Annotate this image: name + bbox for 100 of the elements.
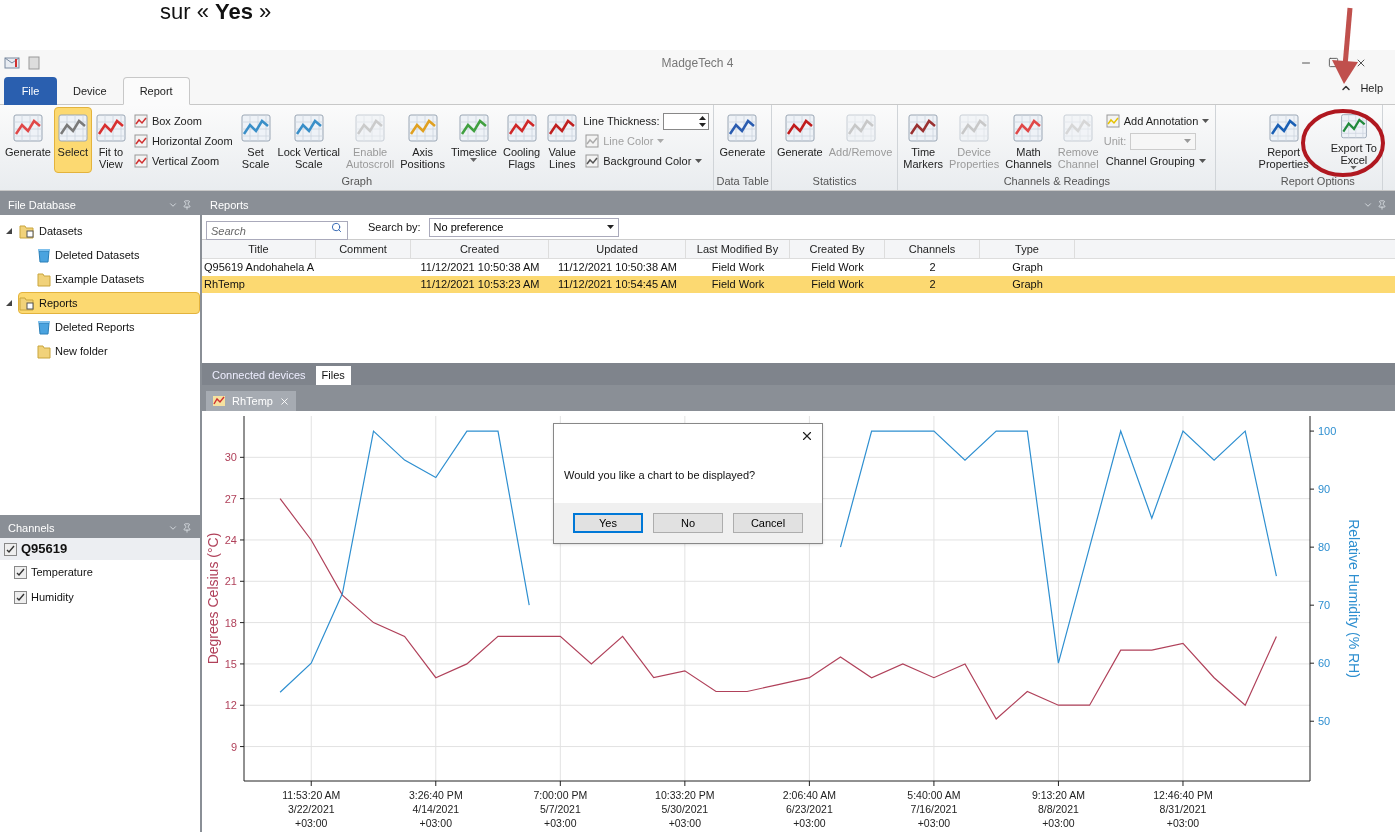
window-title: MadgeTech 4 xyxy=(661,54,734,72)
ribbon-button[interactable]: Math Channels xyxy=(1002,107,1055,173)
ribbon-button[interactable]: Cooling Flags xyxy=(499,107,544,173)
table-cell: 2 xyxy=(929,278,936,290)
ribbon-button[interactable]: Background Color xyxy=(583,151,710,171)
ribbon-button[interactable]: Timeslice xyxy=(447,107,500,173)
tick-label: 12 xyxy=(224,699,237,712)
dialog-message: Would you like a chart to be displayed? xyxy=(564,468,756,484)
tick-label: 7:00:00 PM 5/7/2021 +03:00 xyxy=(533,789,588,829)
tick-label: 70 xyxy=(1318,599,1331,612)
ribbon-tab[interactable]: Report xyxy=(122,77,190,105)
tree-item[interactable]: Deleted Reports xyxy=(36,316,200,338)
panel-title: File Database xyxy=(8,197,76,213)
device-name: Q95619 xyxy=(21,540,68,559)
tick-label: 80 xyxy=(1318,541,1331,554)
tree-item[interactable]: Example Datasets xyxy=(36,268,200,290)
column-header[interactable]: Channels xyxy=(885,240,980,258)
table-cell: 11/12/2021 10:50:38 AM xyxy=(420,261,540,273)
tick-label: 9:13:20 AM 8/8/2021 +03:00 xyxy=(1031,789,1085,829)
tick-label: 5:40:00 AM 7/16/2021 +03:00 xyxy=(907,789,961,829)
table-row[interactable]: RhTemp 11/12/2021 10:53:23 AM 11/12/2021 10:54:45 AM Field Work Field Work 2 Graph xyxy=(202,276,1395,293)
tick-label: 12:46:40 PM 8/31/2021 +03:00 xyxy=(1153,789,1213,829)
axis-title: Degrees Celsius (°C) xyxy=(205,532,221,665)
ribbon-button[interactable]: Vertical Zoom xyxy=(131,151,235,171)
help-link[interactable]: Help xyxy=(1360,79,1383,96)
table-cell: Graph xyxy=(1012,261,1043,273)
ribbon-button[interactable]: Generate xyxy=(716,107,769,173)
tree-item[interactable]: Datasets xyxy=(18,220,200,242)
table-cell: Q95619 Andohahela A xyxy=(204,261,315,273)
field-label: Line Thickness: xyxy=(583,113,660,129)
column-header[interactable]: Last Modified By xyxy=(686,240,790,258)
group-label: Channels & Readings xyxy=(1003,174,1111,189)
tick-label: 90 xyxy=(1318,483,1331,496)
panel-title: Reports xyxy=(210,197,249,213)
dialog-button[interactable]: Yes xyxy=(573,513,643,533)
field-label: Unit: xyxy=(1103,133,1127,149)
tick-label: 60 xyxy=(1318,657,1331,670)
ribbon-button[interactable]: Select xyxy=(53,107,92,173)
channel-label: Temperature xyxy=(31,565,93,581)
table-cell: 11/12/2021 10:50:38 AM xyxy=(557,261,678,273)
group-label: Data Table xyxy=(716,174,769,189)
dialog-button[interactable]: No xyxy=(653,513,723,533)
ribbon-button[interactable]: Axis Positions xyxy=(397,107,448,173)
table-cell: 2 xyxy=(929,261,936,273)
table-cell: Field Work xyxy=(811,261,864,273)
ribbon-button[interactable]: Lock Vertical Scale xyxy=(274,107,343,173)
table-cell: Field Work xyxy=(711,278,765,290)
table-cell: 11/12/2021 10:54:45 AM xyxy=(557,278,678,290)
column-header[interactable]: Created xyxy=(411,240,549,258)
ribbon-button[interactable]: Generate xyxy=(773,107,826,173)
ribbon-tab[interactable]: Device xyxy=(57,77,123,105)
tick-label: 18 xyxy=(224,616,237,629)
ribbon-button[interactable]: Box Zoom xyxy=(131,111,235,131)
tick-label: 24 xyxy=(224,533,237,546)
tick-label: 3:26:40 PM 4/14/2021 +03:00 xyxy=(408,789,463,829)
dialog-button[interactable]: Cancel xyxy=(733,513,803,533)
column-header[interactable]: Updated xyxy=(549,240,686,258)
group-label: Statistics xyxy=(812,174,857,189)
column-header[interactable]: Created By xyxy=(790,240,885,258)
channel-label: Humidity xyxy=(31,590,74,606)
tick-label: 27 xyxy=(224,492,237,505)
ribbon-button[interactable]: Value Lines xyxy=(543,107,582,173)
ribbon-button[interactable]: Horizontal Zoom xyxy=(131,131,235,151)
column-header[interactable]: Comment xyxy=(316,240,411,258)
group-label: Graph xyxy=(341,174,373,189)
column-header[interactable]: Title xyxy=(202,240,316,258)
search-field[interactable]: Search xyxy=(206,221,348,240)
tree-item[interactable]: Reports xyxy=(18,292,200,314)
ribbon-button[interactable]: Add Annotation xyxy=(1103,111,1212,131)
field-label: Search by: xyxy=(368,219,421,235)
tick-label: 50 xyxy=(1318,715,1331,728)
search-by-dropdown[interactable]: No preference xyxy=(428,217,619,237)
tick-label: 2:06:40 AM 6/23/2021 +03:00 xyxy=(782,789,836,829)
ribbon-tab[interactable]: File xyxy=(4,77,57,105)
document-caption: sur « Yes » xyxy=(160,0,272,24)
table-cell: Field Work xyxy=(811,278,864,290)
axis-title: Relative Humidity (% RH) xyxy=(1346,519,1362,678)
tick-label: 30 xyxy=(224,451,237,464)
tick-label: 9 xyxy=(230,740,237,753)
column-header[interactable]: Type xyxy=(980,240,1075,258)
ribbon-button[interactable]: Time Markers xyxy=(900,107,947,173)
panel-tab[interactable]: Files xyxy=(315,366,351,385)
ribbon-button[interactable]: Report Properties xyxy=(1255,107,1312,173)
ribbon-button[interactable]: Generate xyxy=(2,107,54,173)
table-cell: Field Work xyxy=(711,261,765,273)
table-cell: Graph xyxy=(1012,278,1043,290)
tree-item[interactable]: Deleted Datasets xyxy=(36,244,200,266)
group-label: Report Options xyxy=(1280,174,1355,189)
ribbon-button[interactable]: Set Scale xyxy=(236,107,275,173)
panel-title: Channels xyxy=(8,520,55,536)
table-cell: 11/12/2021 10:53:23 AM xyxy=(420,278,540,290)
tick-label: 10:33:20 PM 5/30/2021 +03:00 xyxy=(655,789,715,829)
tick-label: 11:53:20 AM 3/22/2021 +03:00 xyxy=(282,789,341,829)
ribbon-button[interactable]: Channel Grouping xyxy=(1103,151,1212,171)
ribbon-button[interactable]: Fit to View xyxy=(91,107,130,173)
tick-label: 100 xyxy=(1318,425,1337,438)
table-cell: RhTemp xyxy=(204,278,245,290)
tree-item[interactable]: New folder xyxy=(36,340,200,362)
tick-label: 21 xyxy=(224,575,237,588)
tick-label: 15 xyxy=(224,657,237,670)
